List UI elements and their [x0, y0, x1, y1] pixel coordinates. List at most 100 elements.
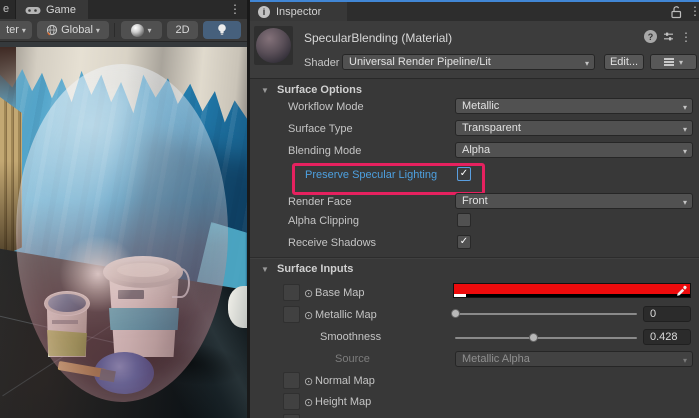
tab-inspector[interactable]: i Inspector — [250, 2, 347, 21]
inspector-menu-kebab-icon[interactable]: ⋮ — [689, 4, 699, 18]
material-preview-sphere[interactable] — [254, 26, 293, 65]
smoothness-slider-thumb[interactable] — [529, 333, 538, 342]
metallic-map-texture-slot[interactable] — [283, 306, 300, 323]
2d-toggle-button[interactable]: 2D — [167, 21, 198, 39]
game-menu-kebab-icon[interactable]: ⋮ — [229, 2, 241, 16]
tab-game[interactable]: Game — [16, 0, 88, 19]
chevron-down-icon: ▾ — [683, 356, 687, 365]
game-viewport[interactable] — [0, 42, 247, 418]
material-header: SpecularBlending (Material) ? ⋮ Shader U… — [250, 21, 699, 79]
shader-value: Universal Render Pipeline/Lit — [349, 56, 491, 68]
base-map-texture-slot[interactable] — [283, 284, 300, 301]
blending-mode-value: Alpha — [462, 144, 490, 156]
toolbar-separator — [114, 23, 115, 37]
chevron-down-icon: ▾ — [683, 147, 687, 156]
global-label: Global — [61, 24, 93, 36]
list-menu-icon — [664, 58, 674, 66]
scene-toolbar: ter ▾ Global ▾ ▾ 2D — [0, 19, 247, 42]
lightbulb-icon — [216, 23, 228, 37]
preserve-specular-lighting-checkbox[interactable]: ✓ — [457, 167, 471, 181]
smoothness-value-field[interactable]: 0.428 — [643, 329, 691, 345]
unlock-icon[interactable] — [670, 5, 682, 19]
chevron-down-icon: ▾ — [585, 59, 589, 68]
receive-shadows-label: Receive Shadows — [288, 237, 376, 249]
material-title: SpecularBlending (Material) — [304, 31, 452, 45]
surface-type-label: Surface Type — [288, 123, 353, 135]
surface-inputs-header[interactable]: Surface Inputs — [277, 263, 353, 275]
info-icon: i — [258, 6, 270, 18]
chevron-down-icon: ▾ — [147, 26, 151, 35]
smoothness-slider[interactable] — [455, 337, 637, 339]
shading-mode-button[interactable]: ▾ — [121, 21, 162, 39]
blending-mode-label: Blending Mode — [288, 145, 361, 157]
object-picker-icon[interactable]: ⊙ — [304, 287, 313, 300]
eyedropper-icon[interactable] — [675, 285, 688, 298]
workflow-mode-label: Workflow Mode — [288, 101, 364, 113]
material-ui-mode-button[interactable]: ▾ — [650, 54, 697, 70]
render-face-dropdown[interactable]: Front ▾ — [455, 193, 693, 209]
base-map-label: Base Map — [315, 287, 365, 299]
object-picker-icon[interactable]: ⊙ — [304, 309, 313, 322]
alpha-clipping-label: Alpha Clipping — [288, 215, 359, 227]
preserve-specular-lighting-label: Preserve Specular Lighting — [305, 169, 437, 181]
chevron-down-icon: ▾ — [679, 58, 683, 67]
unity-editor-window: e Game ⋮ ter ▾ Global ▾ ▾ — [0, 0, 699, 418]
partial-tab[interactable]: e — [3, 3, 9, 15]
foldout-arrow-icon[interactable]: ▼ — [261, 265, 269, 274]
source-label: Source — [335, 353, 370, 365]
inspector-panel: i Inspector ⋮ SpecularBlending (Material… — [250, 0, 699, 418]
metallic-slider-thumb[interactable] — [451, 309, 460, 318]
source-dropdown: Metallic Alpha ▾ — [455, 351, 693, 367]
height-map-texture-slot[interactable] — [283, 393, 300, 410]
material-menu-kebab-icon[interactable]: ⋮ — [680, 30, 692, 44]
tool-global-pivot-button[interactable]: Global ▾ — [37, 21, 109, 39]
workflow-mode-value: Metallic — [462, 100, 499, 112]
workflow-mode-dropdown[interactable]: Metallic ▾ — [455, 98, 693, 114]
gamepad-icon — [25, 5, 41, 15]
foldout-arrow-icon[interactable]: ▼ — [261, 86, 269, 95]
render-face-value: Front — [462, 195, 488, 207]
presets-icon[interactable] — [662, 30, 675, 43]
globe-icon — [46, 24, 58, 36]
surface-options-header[interactable]: Surface Options — [277, 84, 362, 96]
partial-texture-slot[interactable] — [283, 414, 300, 418]
transparent-specular-sphere — [16, 64, 228, 402]
object-picker-icon[interactable]: ⊙ — [304, 375, 313, 388]
metallic-slider[interactable] — [455, 313, 637, 315]
surface-type-value: Transparent — [462, 122, 521, 134]
chevron-down-icon: ▾ — [683, 125, 687, 134]
normal-map-label: Normal Map — [315, 375, 375, 387]
metallic-map-label: Metallic Map — [315, 309, 377, 321]
help-icon[interactable]: ? — [644, 30, 657, 43]
blending-mode-dropdown[interactable]: Alpha ▾ — [455, 142, 693, 158]
shader-dropdown[interactable]: Universal Render Pipeline/Lit ▾ — [342, 54, 595, 70]
partial-bucket-right — [228, 286, 247, 328]
alpha-strip — [454, 294, 690, 297]
normal-map-texture-slot[interactable] — [283, 372, 300, 389]
chevron-down-icon: ▾ — [683, 103, 687, 112]
inspector-tab-label: Inspector — [276, 6, 321, 18]
smoothness-label: Smoothness — [320, 331, 381, 343]
alpha-clipping-checkbox[interactable] — [457, 213, 471, 227]
game-tab-label: Game — [46, 4, 76, 16]
receive-shadows-checkbox[interactable]: ✓ — [457, 235, 471, 249]
object-picker-icon[interactable]: ⊙ — [304, 396, 313, 409]
inspector-tab-bar: i Inspector ⋮ — [250, 2, 699, 21]
game-tab-bar: e Game ⋮ — [0, 0, 247, 19]
surface-type-dropdown[interactable]: Transparent ▾ — [455, 120, 693, 136]
height-map-label: Height Map — [315, 396, 371, 408]
shader-label: Shader — [304, 57, 339, 69]
base-map-color-swatch[interactable] — [453, 283, 691, 298]
section-separator — [250, 257, 699, 259]
metallic-value-field[interactable]: 0 — [643, 306, 691, 322]
2d-label: 2D — [175, 24, 189, 36]
scene-lighting-toggle-button[interactable] — [203, 21, 241, 39]
tool-handle-rotation-button[interactable]: ter ▾ — [0, 21, 32, 39]
chevron-down-icon: ▾ — [22, 26, 26, 35]
render-face-label: Render Face — [288, 196, 352, 208]
handle-rotation-label: ter — [6, 24, 19, 36]
game-panel: e Game ⋮ ter ▾ Global ▾ ▾ — [0, 0, 247, 418]
source-value: Metallic Alpha — [462, 353, 530, 365]
chevron-down-icon: ▾ — [683, 198, 687, 207]
edit-shader-button[interactable]: Edit... — [604, 54, 644, 70]
